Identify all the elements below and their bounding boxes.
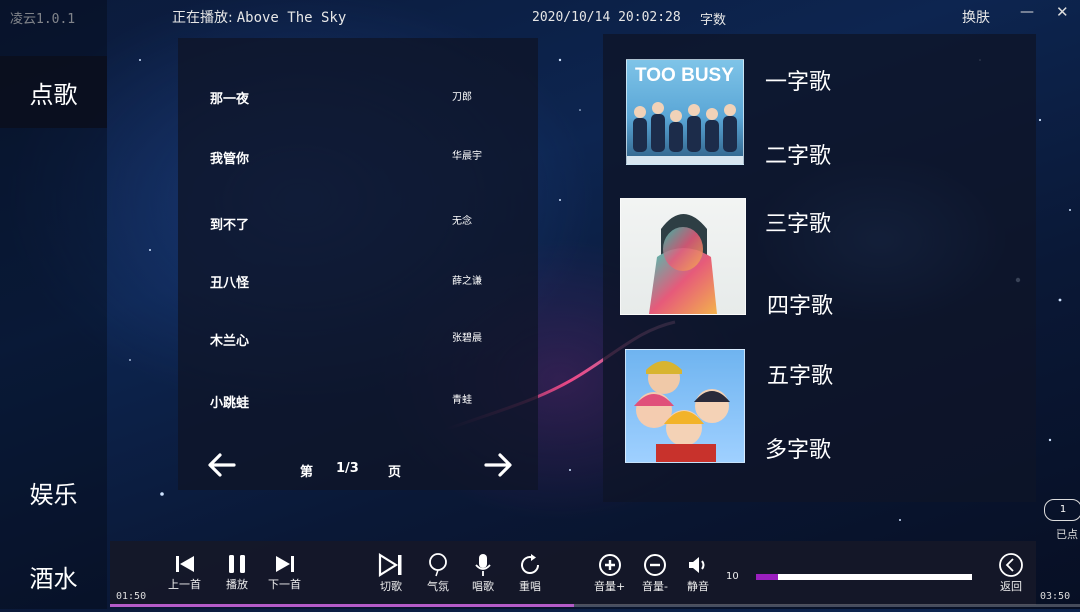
- portrait-image: [649, 214, 717, 314]
- song-artist: 张碧晨: [452, 333, 482, 344]
- song-row[interactable]: 木兰心 张碧晨: [178, 326, 538, 366]
- play-label: 播放: [226, 578, 248, 591]
- skin-button[interactable]: 换肤: [962, 7, 990, 27]
- back-label: 返回: [1000, 580, 1022, 593]
- playback-progress-fill: [110, 604, 574, 607]
- song-artist: 薛之谦: [452, 276, 482, 287]
- sidebar-item-label: 酒水: [29, 564, 78, 593]
- page-suffix: 页: [388, 465, 402, 480]
- play-button[interactable]: 播放: [226, 541, 248, 592]
- next-page-button[interactable]: [484, 452, 514, 482]
- song-title: 到不了: [210, 218, 250, 233]
- atmosphere-button[interactable]: 气氛: [427, 541, 449, 594]
- category-five-char[interactable]: 五字歌: [767, 358, 833, 390]
- switch-song-button[interactable]: 切歌: [378, 541, 404, 594]
- datetime: 2020/10/14 20:02:28: [532, 10, 681, 25]
- sidebar: 点歌 娱乐 酒水: [0, 0, 107, 609]
- song-title: 丑八怪: [210, 276, 250, 291]
- sidebar-item-label: 娱乐: [29, 480, 78, 509]
- skip-back-icon: [175, 556, 194, 572]
- sing-button[interactable]: 唱歌: [472, 541, 494, 594]
- arrow-left-icon: [208, 453, 236, 477]
- song-row[interactable]: 小跳蛙 青蛙: [178, 388, 538, 428]
- category-four-char[interactable]: 四字歌: [767, 288, 833, 320]
- switch-song-label: 切歌: [380, 580, 402, 593]
- song-title: 木兰心: [210, 334, 250, 349]
- mute-button[interactable]: 静音: [686, 541, 710, 594]
- volume-down-label: 音量-: [642, 580, 668, 593]
- skip-forward-icon: [275, 556, 294, 572]
- arrow-right-icon: [484, 453, 512, 477]
- anime-characters-image: [634, 361, 730, 462]
- category-multi-char[interactable]: 多字歌: [765, 432, 831, 464]
- time-total: 03:50: [1040, 591, 1071, 602]
- replay-label: 重唱: [519, 580, 541, 593]
- now-playing: 正在播放: Above The Sky: [172, 7, 346, 27]
- control-bar: 上一首 播放 下一首 切歌 气氛 唱歌 重唱 音量+ 音量- 静音 10 返回: [110, 541, 1036, 605]
- category-three-char[interactable]: 三字歌: [765, 206, 831, 238]
- song-row[interactable]: 丑八怪 薛之谦: [178, 268, 538, 308]
- song-artist: 刀郎: [452, 92, 472, 103]
- sidebar-item-drinks[interactable]: 酒水: [0, 540, 107, 612]
- balloon-icon: [429, 553, 447, 577]
- sidebar-item-entertainment[interactable]: 娱乐: [0, 456, 107, 528]
- close-button[interactable]: ✕: [1056, 3, 1069, 21]
- sidebar-item-song-request[interactable]: 点歌: [0, 56, 107, 128]
- song-row[interactable]: 我管你 华晨宇: [178, 144, 538, 184]
- switch-song-icon: [378, 553, 402, 577]
- album-cover-text: TOO BUSY: [635, 65, 734, 86]
- playback-progress-bar[interactable]: [110, 604, 1080, 607]
- song-row[interactable]: 到不了 无念: [178, 210, 538, 250]
- page-prefix: 第: [300, 465, 314, 480]
- album-cover-anime[interactable]: [625, 349, 745, 463]
- queue-label: 已点: [1056, 528, 1078, 541]
- atmosphere-label: 气氛: [427, 580, 449, 593]
- volume-value: 10: [726, 571, 739, 582]
- song-title: 那一夜: [210, 92, 250, 107]
- back-button[interactable]: 返回: [998, 541, 1024, 594]
- category-one-char[interactable]: 一字歌: [765, 64, 831, 96]
- time-elapsed: 01:50: [116, 591, 147, 602]
- back-circle-icon: [999, 553, 1023, 577]
- pause-icon: [229, 555, 245, 573]
- volume-up-button[interactable]: 音量+: [594, 541, 625, 594]
- song-list-panel: 那一夜 刀郎 我管你 华晨宇 到不了 无念 丑八怪 薛之谦 木兰心 张碧晨 小跳…: [178, 38, 538, 490]
- song-artist: 无念: [452, 216, 472, 227]
- prev-song-label: 上一首: [168, 578, 201, 591]
- queue-count-badge[interactable]: 1: [1044, 499, 1080, 521]
- plus-circle-icon: [598, 554, 621, 576]
- sidebar-item-label: 点歌: [29, 80, 78, 109]
- song-title: 我管你: [210, 152, 250, 167]
- category-two-char[interactable]: 二字歌: [765, 138, 831, 170]
- volume-down-button[interactable]: 音量-: [642, 541, 668, 594]
- now-playing-label: 正在播放:: [172, 10, 233, 26]
- speaker-icon: [689, 557, 705, 573]
- page-indicator: 1/3: [336, 461, 359, 476]
- prev-page-button[interactable]: [206, 452, 236, 482]
- next-song-label: 下一首: [268, 578, 301, 591]
- volume-slider-fill: [756, 574, 778, 580]
- volume-slider[interactable]: [756, 574, 972, 580]
- replay-button[interactable]: 重唱: [518, 541, 542, 594]
- now-playing-song: Above The Sky: [236, 10, 347, 26]
- minimize-button[interactable]: —: [1020, 4, 1034, 20]
- sing-label: 唱歌: [472, 580, 494, 593]
- mute-label: 静音: [687, 580, 709, 593]
- album-cover-too-busy[interactable]: TOO BUSY: [626, 59, 744, 165]
- volume-up-label: 音量+: [594, 580, 626, 593]
- song-row[interactable]: 那一夜 刀郎: [178, 84, 538, 124]
- prev-song-button[interactable]: 上一首: [168, 541, 201, 592]
- replay-icon: [521, 554, 540, 574]
- minus-circle-icon: [643, 554, 666, 576]
- song-title: 小跳蛙: [210, 396, 250, 411]
- charset-mode-button[interactable]: 字数: [700, 9, 726, 28]
- next-song-button[interactable]: 下一首: [268, 541, 301, 592]
- category-panel: TOO BUSY 一字歌 二字歌 三字歌 四字歌 五字歌 多字歌: [603, 34, 1036, 502]
- album-cover-portrait[interactable]: [620, 198, 746, 315]
- microphone-icon: [475, 554, 491, 576]
- song-artist: 青蛙: [452, 395, 472, 406]
- song-artist: 华晨宇: [452, 151, 482, 162]
